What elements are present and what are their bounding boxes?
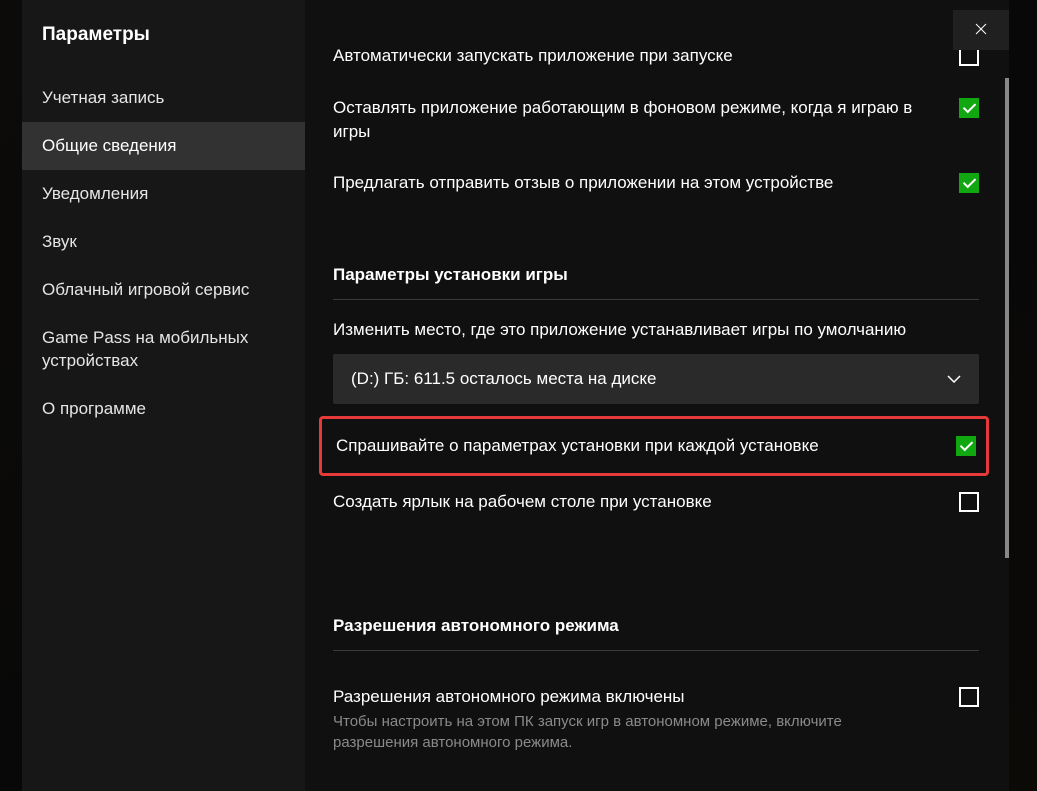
option-auto-launch: Автоматически запускать приложение при з… [333, 30, 979, 82]
keep-running-label: Оставлять приложение работающим в фоново… [333, 96, 959, 144]
highlighted-option: Спрашивайте о параметрах установки при к… [319, 416, 989, 476]
content-panel: Автоматически запускать приложение при з… [305, 0, 1009, 791]
create-shortcut-label: Создать ярлык на рабочем столе при устан… [333, 490, 959, 514]
ask-each-time-checkbox[interactable] [956, 436, 976, 456]
create-shortcut-checkbox[interactable] [959, 492, 979, 512]
change-location-label: Изменить место, где это приложение устан… [333, 320, 979, 340]
feedback-label: Предлагать отправить отзыв о приложении … [333, 171, 959, 195]
sidebar-item-notifications[interactable]: Уведомления [22, 170, 305, 218]
sidebar-item-sound[interactable]: Звук [22, 218, 305, 266]
offline-enabled-desc: Чтобы настроить на этом ПК запуск игр в … [333, 711, 893, 753]
install-drive-dropdown[interactable]: (D:) ГБ: 611.5 осталось места на диске [333, 354, 979, 404]
install-section-header: Параметры установки игры [333, 265, 979, 300]
scrollbar[interactable] [1005, 78, 1009, 558]
offline-section-header: Разрешения автономного режима [333, 616, 979, 651]
settings-modal: Параметры Учетная запись Общие сведения … [22, 0, 1009, 791]
chevron-down-icon [947, 372, 961, 386]
sidebar-item-general[interactable]: Общие сведения [22, 122, 305, 170]
keep-running-checkbox[interactable] [959, 98, 979, 118]
sidebar: Параметры Учетная запись Общие сведения … [22, 0, 305, 791]
ask-each-time-label: Спрашивайте о параметрах установки при к… [336, 434, 956, 458]
option-create-shortcut: Создать ярлык на рабочем столе при устан… [333, 476, 979, 528]
close-icon [975, 22, 987, 38]
auto-launch-label: Автоматически запускать приложение при з… [333, 44, 959, 68]
drive-selected-value: (D:) ГБ: 611.5 осталось места на диске [351, 369, 657, 389]
sidebar-item-about[interactable]: О программе [22, 385, 305, 433]
feedback-checkbox[interactable] [959, 173, 979, 193]
sidebar-item-account[interactable]: Учетная запись [22, 74, 305, 122]
settings-title: Параметры [22, 24, 305, 74]
sidebar-item-cloud-gaming[interactable]: Облачный игровой сервис [22, 266, 305, 314]
close-button[interactable] [953, 10, 1009, 50]
offline-enabled-label: Разрешения автономного режима включены [333, 685, 873, 709]
offline-enabled-checkbox[interactable] [959, 687, 979, 707]
sidebar-item-gamepass-mobile[interactable]: Game Pass на мобильных устройствах [22, 314, 305, 384]
option-keep-running: Оставлять приложение работающим в фоново… [333, 82, 979, 158]
option-offline-enabled: Разрешения автономного режима включены Ч… [333, 671, 979, 767]
option-ask-each-time: Спрашивайте о параметрах установки при к… [336, 419, 976, 473]
option-feedback: Предлагать отправить отзыв о приложении … [333, 157, 979, 209]
